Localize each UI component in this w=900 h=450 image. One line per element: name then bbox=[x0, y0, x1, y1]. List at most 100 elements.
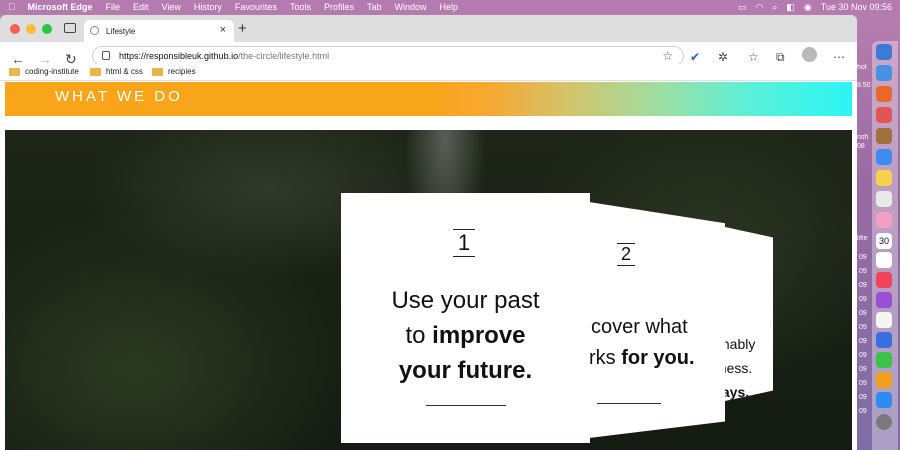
app-icon[interactable] bbox=[876, 128, 892, 144]
url-path: /the-circle/lifestyle.html bbox=[238, 51, 330, 61]
side-window-text: 08 bbox=[857, 143, 865, 150]
menu-history[interactable]: History bbox=[194, 2, 222, 12]
card-divider bbox=[426, 405, 506, 406]
collections-icon[interactable]: ⧉ bbox=[776, 50, 785, 65]
card-line: your future. bbox=[341, 353, 590, 388]
menubar-clock[interactable]: Tue 30 Nov 09:56 bbox=[821, 2, 892, 12]
zoom-window-button[interactable] bbox=[42, 24, 52, 34]
system-preferences-icon[interactable] bbox=[876, 414, 892, 430]
tab-lifestyle[interactable]: Lifestyle × bbox=[84, 20, 234, 42]
tab-title: Lifestyle bbox=[106, 26, 136, 36]
bookmark-folder[interactable]: recipies bbox=[152, 67, 196, 76]
tab-close-icon[interactable]: × bbox=[220, 24, 226, 36]
macos-menubar:  Microsoft Edge File Edit View History … bbox=[0, 0, 900, 14]
browser-window: Lifestyle × + ← → ↻ https://responsibleu… bbox=[0, 15, 857, 450]
side-time-text: 09 bbox=[859, 408, 867, 415]
keynote-icon[interactable] bbox=[876, 332, 892, 348]
section-banner: WHAT WE DO bbox=[5, 82, 852, 116]
side-time-text: 09 bbox=[859, 282, 867, 289]
slide-card-2[interactable]: 2 cover what rks for you. bbox=[589, 202, 725, 438]
card-line: to improve bbox=[341, 318, 590, 353]
tab-bar: Lifestyle × + bbox=[0, 15, 857, 42]
apple-icon[interactable]:  bbox=[8, 2, 16, 13]
side-time-text: 09 bbox=[859, 310, 867, 317]
spotlight-search-icon[interactable]: ⌕ bbox=[772, 2, 777, 13]
folder-icon bbox=[152, 67, 163, 76]
launchpad-icon[interactable] bbox=[876, 107, 892, 123]
profile-avatar[interactable] bbox=[802, 47, 817, 62]
menu-tab[interactable]: Tab bbox=[367, 2, 382, 12]
chrome-icon[interactable] bbox=[876, 191, 892, 207]
card-line-bold: ways. bbox=[725, 384, 750, 400]
bookmarks-bar: coding-institute html & css recipies bbox=[0, 64, 857, 81]
card-line-bold: your future. bbox=[398, 357, 533, 384]
lock-icon[interactable] bbox=[102, 51, 110, 60]
photos-icon[interactable] bbox=[876, 212, 892, 228]
menu-view[interactable]: View bbox=[162, 2, 181, 12]
pages-icon[interactable] bbox=[876, 372, 892, 388]
card-line-plain: to bbox=[405, 322, 433, 349]
new-tab-button[interactable]: + bbox=[238, 20, 247, 37]
menu-favourites[interactable]: Favourites bbox=[235, 2, 277, 12]
folder-icon bbox=[9, 67, 20, 76]
web-page: WHAT WE DO 1 Use your past to improve yo… bbox=[0, 82, 857, 450]
favourites-icon[interactable]: ☆ bbox=[748, 50, 759, 64]
close-window-button[interactable] bbox=[10, 24, 20, 34]
window-controls bbox=[10, 24, 52, 34]
menu-tools[interactable]: Tools bbox=[290, 2, 311, 12]
extensions-puzzle-icon[interactable]: ✲ bbox=[718, 50, 728, 64]
card-number-text: 2 bbox=[620, 244, 631, 264]
finder-icon[interactable] bbox=[876, 44, 892, 60]
firefox-icon[interactable] bbox=[876, 86, 892, 102]
news-icon[interactable] bbox=[876, 312, 892, 328]
card-divider bbox=[597, 403, 661, 404]
side-time-text: 09 bbox=[859, 366, 867, 373]
slide-card-3[interactable]: ainably dness. ways. bbox=[725, 227, 773, 401]
notes-icon[interactable] bbox=[876, 170, 892, 186]
side-time-text: 09 bbox=[859, 296, 867, 303]
minimize-window-button[interactable] bbox=[26, 24, 36, 34]
more-menu-icon[interactable]: ⋯ bbox=[833, 50, 845, 64]
menu-file[interactable]: File bbox=[106, 2, 121, 12]
menu-edit[interactable]: Edit bbox=[133, 2, 149, 12]
card-text: cover what rks for you. bbox=[589, 312, 725, 374]
bookmark-folder[interactable]: coding-institute bbox=[9, 67, 79, 76]
bookmark-label: coding-institute bbox=[25, 67, 79, 76]
podcasts-icon[interactable] bbox=[876, 292, 892, 308]
add-favourite-star-icon[interactable]: ☆ bbox=[662, 49, 673, 63]
extension-shield-icon[interactable]: ✔ bbox=[690, 50, 700, 64]
wifi-icon[interactable]: ◠ bbox=[756, 2, 764, 13]
menu-app-name[interactable]: Microsoft Edge bbox=[28, 2, 93, 12]
reminders-icon[interactable] bbox=[876, 252, 892, 268]
menu-help[interactable]: Help bbox=[440, 2, 459, 12]
card-line-bold: for you. bbox=[621, 347, 695, 369]
side-window-text: 8.50 bbox=[857, 82, 871, 89]
address-bar[interactable]: https://responsibleuk.github.io/the-circ… bbox=[92, 46, 684, 66]
card-line-plain: rks bbox=[589, 347, 622, 369]
tab-actions-icon[interactable] bbox=[64, 23, 76, 33]
calendar-icon[interactable]: 30 bbox=[876, 233, 892, 249]
bookmark-folder[interactable]: html & css bbox=[90, 67, 143, 76]
bookmark-label: html & css bbox=[106, 67, 143, 76]
side-time-text: 09 bbox=[859, 254, 867, 261]
banner-title: WHAT WE DO bbox=[55, 88, 183, 105]
siri-icon[interactable]: ◉ bbox=[804, 2, 812, 13]
side-time-text: 09 bbox=[859, 394, 867, 401]
url-base: https://responsibleuk.github.io bbox=[119, 51, 239, 61]
card-text: ainably dness. ways. bbox=[725, 332, 773, 401]
mail-icon[interactable] bbox=[876, 149, 892, 165]
bookmark-label: recipies bbox=[168, 67, 196, 76]
app-store-icon[interactable] bbox=[876, 392, 892, 408]
music-icon[interactable] bbox=[876, 272, 892, 288]
menu-profiles[interactable]: Profiles bbox=[324, 2, 354, 12]
number-rule bbox=[453, 256, 475, 257]
card-line: cover what bbox=[591, 316, 688, 338]
card-line: dness. bbox=[725, 360, 753, 376]
control-center-icon[interactable]: ◧ bbox=[786, 2, 795, 13]
slide-card-1[interactable]: 1 Use your past to improve your future. bbox=[341, 193, 590, 443]
card-line-bold: improve bbox=[432, 322, 526, 349]
numbers-icon[interactable] bbox=[876, 352, 892, 368]
battery-icon[interactable]: ▭ bbox=[738, 2, 747, 13]
safari-icon[interactable] bbox=[876, 65, 892, 81]
menu-window[interactable]: Window bbox=[395, 2, 427, 12]
